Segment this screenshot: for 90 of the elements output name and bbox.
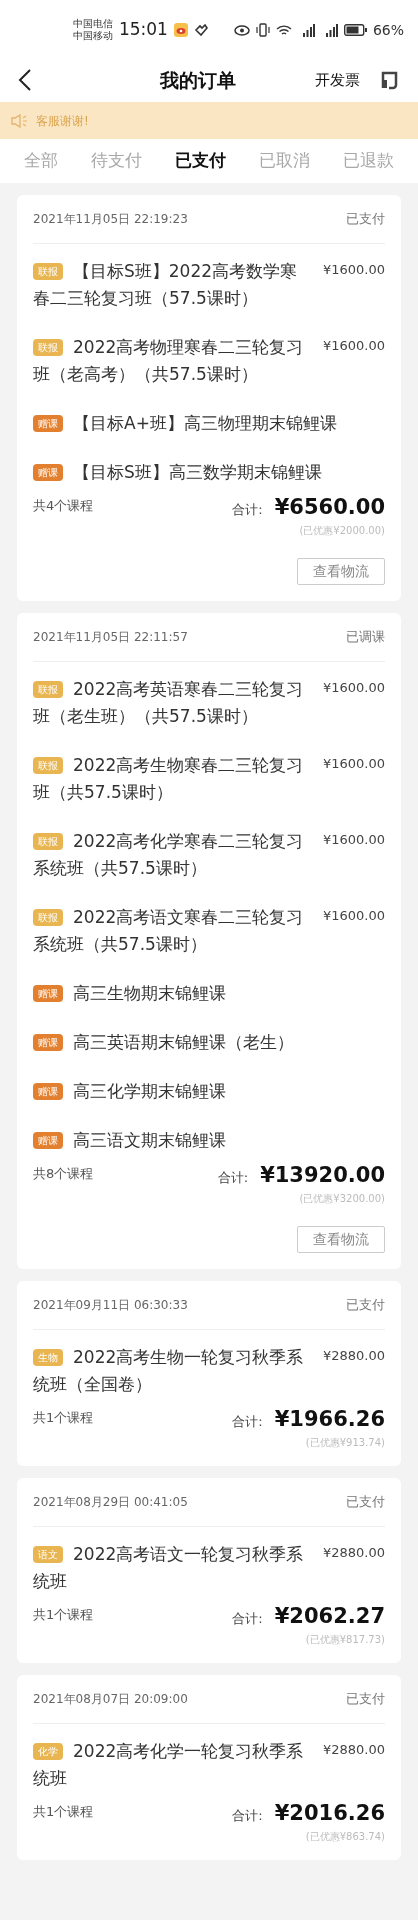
course-count: 共1个课程 bbox=[33, 1408, 94, 1427]
course-title: 赠课 高三英语期末锦鲤课（老生） bbox=[33, 1028, 385, 1056]
course-badge: 联报 bbox=[33, 680, 63, 698]
back-icon[interactable] bbox=[18, 68, 32, 92]
course-badge: 生物 bbox=[33, 1348, 63, 1366]
discount-text: (已优惠¥913.74) bbox=[305, 1436, 385, 1450]
total-label: 合计: bbox=[232, 1412, 263, 1431]
tab[interactable]: 已取消 bbox=[259, 148, 310, 174]
course-price: ¥2880.00 bbox=[321, 1543, 385, 1562]
tab[interactable]: 全部 bbox=[24, 148, 58, 174]
battery-percent: 66% bbox=[372, 20, 404, 40]
order-date: 2021年11月05日 22:19:23 bbox=[33, 210, 188, 228]
course-count: 共4个课程 bbox=[33, 496, 94, 515]
eye-icon bbox=[233, 24, 250, 36]
logistics-button[interactable]: 查看物流 bbox=[297, 558, 385, 585]
course-title: 联报 2022高考物理寒春二三轮复习班（老高考）（共57.5课时） bbox=[33, 335, 305, 386]
course-title: 联报 2022高考生物寒春二三轮复习班（共57.5课时） bbox=[33, 753, 305, 804]
order-date: 2021年11月05日 22:11:57 bbox=[33, 628, 188, 646]
course-badge: 联报 bbox=[33, 262, 63, 280]
course-price: ¥2880.00 bbox=[321, 1346, 385, 1365]
discount-text: (已优惠¥2000.00) bbox=[299, 524, 385, 538]
course-price: ¥1600.00 bbox=[321, 830, 385, 849]
total-amount: ¥1966.26 bbox=[274, 1405, 385, 1433]
course-title: 联报 2022高考英语寒春二三轮复习班（老生班）（共57.5课时） bbox=[33, 677, 305, 728]
course-count: 共8个课程 bbox=[33, 1164, 94, 1183]
course-title: 生物 2022高考生物一轮复习秋季系统班（全国卷） bbox=[33, 1345, 305, 1396]
order-status: 已支付 bbox=[346, 210, 385, 228]
course-badge: 联报 bbox=[33, 832, 63, 850]
course-title: 赠课 【目标A+班】高三物理期末锦鲤课 bbox=[33, 409, 385, 437]
invoice-button[interactable]: 开发票 bbox=[315, 68, 360, 92]
course-count: 共1个课程 bbox=[33, 1605, 94, 1624]
total-label: 合计: bbox=[217, 1168, 249, 1187]
battery-icon bbox=[343, 24, 367, 36]
order-status: 已支付 bbox=[346, 1690, 385, 1708]
course-badge: 赠课 bbox=[33, 414, 63, 432]
course-title: 联报 2022高考语文寒春二三轮复习系统班（共57.5课时） bbox=[33, 905, 305, 956]
total-label: 合计: bbox=[232, 1806, 263, 1825]
order-date: 2021年09月11日 06:30:33 bbox=[33, 1296, 188, 1314]
tab[interactable]: 已退款 bbox=[343, 148, 394, 174]
course-price: ¥1600.00 bbox=[321, 336, 385, 355]
course-title: 化学 2022高考化学一轮复习秋季系统班 bbox=[33, 1739, 305, 1790]
total-amount: ¥6560.00 bbox=[274, 493, 385, 521]
notice-text: 客服谢谢! bbox=[36, 112, 89, 130]
course-badge: 赠课 bbox=[33, 1082, 63, 1100]
course-price: ¥1600.00 bbox=[321, 754, 385, 773]
discount-text: (已优惠¥3200.00) bbox=[299, 1192, 385, 1206]
course-title: 语文 2022高考语文一轮复习秋季系统班 bbox=[33, 1542, 305, 1593]
course-badge: 化学 bbox=[33, 1742, 63, 1760]
course-badge: 联报 bbox=[33, 908, 63, 926]
logistics-button[interactable]: 查看物流 bbox=[297, 1226, 385, 1253]
order-status: 已支付 bbox=[346, 1493, 385, 1511]
carrier-name: 中国电信 bbox=[72, 18, 113, 30]
page-title: 我的订单 bbox=[158, 67, 237, 93]
total-amount: ¥13920.00 bbox=[260, 1161, 385, 1189]
carrier-name: 中国移动 bbox=[72, 30, 113, 42]
discount-text: (已优惠¥817.73) bbox=[305, 1633, 385, 1647]
total-amount: ¥2016.26 bbox=[274, 1799, 385, 1827]
course-title: 赠课 高三语文期末锦鲤课 bbox=[33, 1126, 385, 1154]
course-badge: 语文 bbox=[33, 1545, 63, 1563]
total-label: 合计: bbox=[232, 1609, 263, 1628]
course-title: 赠课 【目标S班】高三数学期末锦鲤课 bbox=[33, 458, 385, 486]
status-time: 15:01 bbox=[118, 18, 168, 42]
course-title: 联报 【目标S班】2022高考数学寒春二三轮复习班（57.5课时） bbox=[33, 259, 299, 310]
course-title: 赠课 高三化学期末锦鲤课 bbox=[33, 1077, 385, 1105]
course-price: ¥2880.00 bbox=[321, 1740, 385, 1759]
tab[interactable]: 待支付 bbox=[91, 148, 142, 174]
order-date: 2021年08月07日 20:09:00 bbox=[33, 1690, 188, 1708]
course-price: ¥1600.00 bbox=[321, 260, 385, 279]
order-status: 已支付 bbox=[346, 1296, 385, 1314]
speaker-icon bbox=[11, 113, 28, 128]
wifi-icon bbox=[275, 23, 292, 37]
course-count: 共1个课程 bbox=[33, 1802, 94, 1821]
course-badge: 赠课 bbox=[33, 1033, 63, 1051]
course-badge: 赠课 bbox=[33, 984, 63, 1002]
course-title: 赠课 高三生物期末锦鲤课 bbox=[33, 979, 385, 1007]
course-badge: 赠课 bbox=[33, 463, 63, 481]
course-badge: 联报 bbox=[33, 338, 63, 356]
course-title: 联报 2022高考化学寒春二三轮复习系统班（共57.5课时） bbox=[33, 829, 305, 880]
course-badge: 赠课 bbox=[33, 1131, 63, 1149]
order-date: 2021年08月29日 00:41:05 bbox=[33, 1493, 188, 1511]
course-price: ¥1600.00 bbox=[321, 906, 385, 925]
total-amount: ¥2062.27 bbox=[274, 1602, 385, 1630]
order-status: 已调课 bbox=[346, 628, 385, 646]
course-badge: 联报 bbox=[33, 756, 63, 774]
discount-text: (已优惠¥863.74) bbox=[305, 1830, 385, 1844]
course-price: ¥1600.00 bbox=[321, 678, 385, 697]
total-label: 合计: bbox=[232, 500, 263, 519]
eye-app-icon bbox=[173, 23, 188, 37]
tab[interactable]: 已支付 bbox=[175, 148, 226, 174]
vibrate-icon bbox=[255, 23, 270, 37]
